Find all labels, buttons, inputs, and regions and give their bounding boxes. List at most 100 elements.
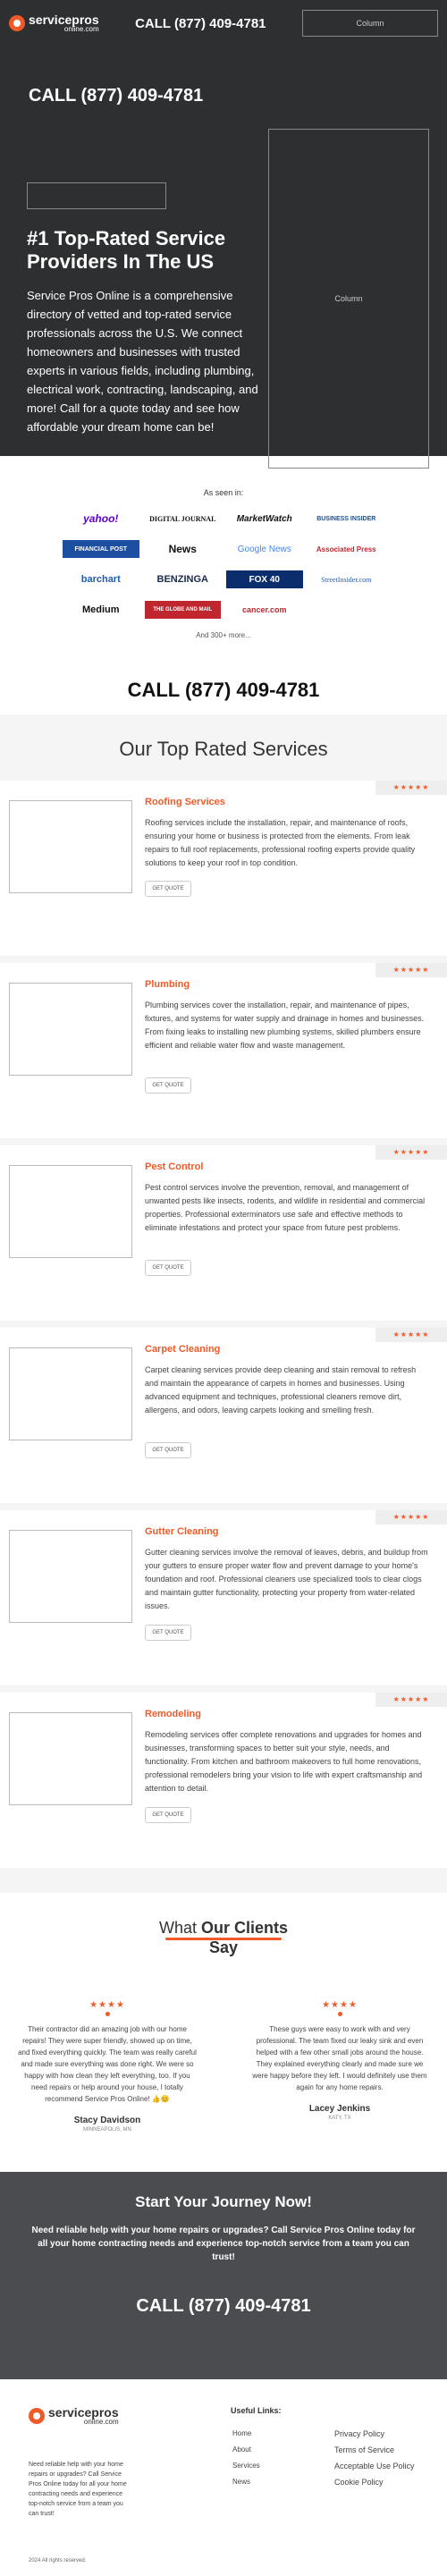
press-logo: BENZINGA	[156, 574, 208, 585]
press-logo: yahoo!	[83, 512, 119, 525]
service-name: Remodeling	[145, 1709, 201, 1719]
press-logo-grid: yahoo! DIGITAL JOURNAL MarketWatch BUSIN…	[63, 510, 384, 619]
service-image-placeholder	[9, 983, 132, 1076]
press-logo: barchart	[80, 574, 121, 585]
testimonial-text: These guys were easy to work with and ve…	[252, 2025, 427, 2091]
service-description: Roofing services include the installatio…	[145, 818, 416, 867]
service-name: Carpet Cleaning	[145, 1344, 221, 1355]
testimonials-title: What Our Clients Say	[0, 1918, 447, 1957]
useful-links-heading: Useful Links:	[231, 2406, 282, 2415]
footer-link-privacy[interactable]: Privacy Policy	[334, 2426, 415, 2442]
get-quote-button[interactable]: GET QUOTE	[145, 1625, 191, 1641]
footer-link-about[interactable]: About	[232, 2442, 260, 2458]
press-logo: FOX 40	[226, 570, 303, 588]
footer-link-home[interactable]: Home	[232, 2426, 260, 2442]
service-card: ★★★★★ Plumbing Plumbing services cover t…	[0, 963, 447, 1138]
service-description: Remodeling services offer complete renov…	[145, 1730, 423, 1793]
press-logo: News	[168, 543, 197, 555]
testimonial-stars: ★★★★	[89, 2000, 125, 2010]
rating-stars: ★★★★★	[375, 1693, 447, 1707]
rating-stars: ★★★★★	[375, 1510, 447, 1524]
quote-dot-icon	[337, 2012, 342, 2016]
logo-icon	[29, 2408, 45, 2424]
logo-text-top: servicepros	[29, 13, 99, 27]
services-title: Our Top Rated Services	[119, 738, 328, 760]
service-name: Pest Control	[145, 1161, 204, 1172]
service-name: Gutter Cleaning	[145, 1526, 219, 1537]
service-card: ★★★★★ Pest Control Pest control services…	[0, 1145, 447, 1321]
testimonials-title-a: What	[158, 1919, 197, 1937]
testimonial-card: ★★★★ Their contractor did an amazing job…	[18, 2000, 197, 2133]
service-name: Plumbing	[145, 979, 190, 990]
service-description: Plumbing services cover the installation…	[145, 1001, 425, 1050]
testimonial-text: Their contractor did an amazing job with…	[18, 2025, 197, 2103]
press-logo: FINANCIAL POST	[63, 540, 139, 558]
journey-title: Start Your Journey Now!	[135, 2193, 312, 2210]
press-logo: MarketWatch	[236, 513, 292, 524]
footer-links-primary: Home About Services News	[232, 2426, 260, 2490]
get-quote-button[interactable]: GET QUOTE	[145, 1077, 191, 1094]
service-image-placeholder	[9, 800, 132, 893]
rating-stars: ★★★★★	[375, 1145, 447, 1160]
service-description: Carpet cleaning services provide deep cl…	[145, 1365, 417, 1415]
testimonials-title-b: Our Clients	[201, 1919, 289, 1937]
as-seen-in-title: As seen in:	[203, 488, 244, 497]
testimonial-author: Stacy Davidson	[73, 2116, 141, 2125]
header-column-placeholder: Column	[302, 10, 438, 37]
hero-image-placeholder	[27, 182, 166, 209]
service-card: ★★★★★ Remodeling Remodeling services off…	[0, 1693, 447, 1868]
hero-title: #1 Top-Rated Service Providers In The US	[27, 227, 226, 273]
mid-phone-link[interactable]: CALL (877) 409-4781	[0, 679, 447, 714]
hero-column-placeholder: Column	[268, 129, 429, 469]
testimonial-card: ★★★★ These guys were easy to work with a…	[250, 2000, 429, 2121]
service-description: Gutter cleaning services involve the rem…	[145, 1548, 428, 1610]
logo-text-top: servicepros	[48, 2405, 119, 2420]
service-image-placeholder	[9, 1530, 132, 1623]
service-description: Pest control services involve the preven…	[145, 1183, 426, 1232]
service-card: ★★★★★ Roofing Services Roofing services …	[0, 781, 447, 956]
footer-link-cookie[interactable]: Cookie Policy	[334, 2474, 415, 2490]
press-logo: Medium	[81, 604, 120, 615]
as-seen-in-section: As seen in: yahoo! DIGITAL JOURNAL Marke…	[0, 456, 447, 639]
footer-link-terms[interactable]: Terms of Service	[334, 2442, 415, 2458]
quote-dot-icon	[105, 2012, 110, 2016]
footer-links-legal: Privacy Policy Terms of Service Acceptab…	[334, 2426, 415, 2490]
journey-phone-link[interactable]: CALL (877) 409-4781	[0, 2296, 447, 2317]
testimonial-location: MINNEAPOLIS, MN	[83, 2127, 131, 2133]
hero-section: CALL (877) 409-4781 #1 Top-Rated Service…	[0, 46, 447, 469]
logo-text-bottom: online.com	[63, 25, 99, 33]
service-card: ★★★★★ Gutter Cleaning Gutter cleaning se…	[0, 1510, 447, 1685]
site-footer: servicepros online.com Need reliable hel…	[0, 2379, 447, 2576]
get-quote-button[interactable]: GET QUOTE	[145, 1442, 191, 1458]
top-header: servicepros online.com CALL (877) 409-47…	[0, 0, 447, 46]
testimonials-title-c: Say	[208, 1938, 239, 1956]
services-section: Our Top Rated Services ★★★★★ Roofing Ser…	[0, 714, 447, 1893]
journey-text: Need reliable help with your home repair…	[31, 2225, 416, 2262]
press-logo: DIGITAL JOURNAL	[149, 514, 216, 523]
footer-link-services[interactable]: Services	[232, 2458, 260, 2474]
press-logo: Google News	[237, 544, 291, 554]
site-logo[interactable]: servicepros online.com	[9, 13, 99, 33]
hero-phone-link[interactable]: CALL (877) 409-4781	[29, 86, 203, 106]
copyright-text: 2024 All rights reserved.	[29, 2558, 87, 2563]
testimonial-location: KATY, TX	[328, 2116, 351, 2121]
get-quote-button[interactable]: GET QUOTE	[145, 1260, 191, 1276]
service-image-placeholder	[9, 1165, 132, 1258]
logo-text-bottom: online.com	[83, 2418, 119, 2426]
footer-link-acceptable-use[interactable]: Acceptable Use Policy	[334, 2458, 415, 2474]
logo-icon	[9, 15, 25, 31]
service-image-placeholder	[9, 1347, 132, 1440]
testimonials-section: What Our Clients Say ★★★★ Their contract…	[0, 1893, 447, 2172]
header-phone-link[interactable]: CALL (877) 409-4781	[110, 16, 291, 31]
press-logo: StreetInsider.com	[321, 575, 372, 584]
rating-stars: ★★★★★	[375, 781, 447, 795]
service-name: Roofing Services	[145, 797, 225, 807]
service-image-placeholder	[9, 1712, 132, 1805]
footer-logo[interactable]: servicepros online.com	[29, 2406, 119, 2426]
get-quote-button[interactable]: GET QUOTE	[145, 1807, 191, 1823]
footer-link-news[interactable]: News	[232, 2474, 260, 2490]
testimonial-stars: ★★★★	[322, 2000, 358, 2010]
press-logo: Associated Press	[316, 545, 376, 553]
get-quote-button[interactable]: GET QUOTE	[145, 881, 191, 897]
footer-description: Need reliable help with your home repair…	[29, 2462, 127, 2517]
